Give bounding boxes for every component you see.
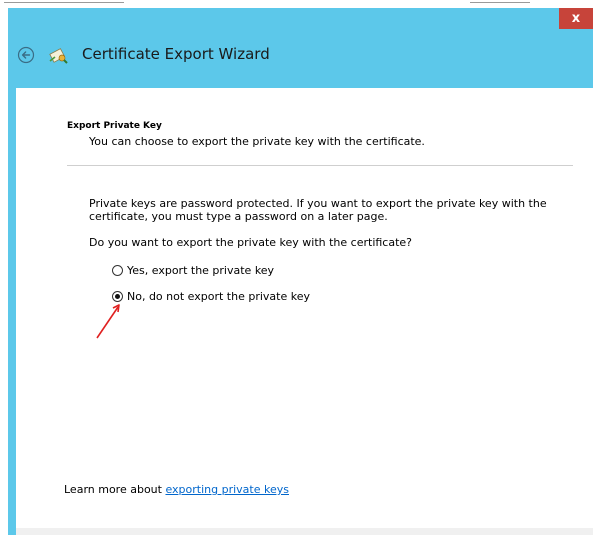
back-arrow-icon[interactable] (17, 46, 35, 64)
section-description: You can choose to export the private key… (89, 135, 425, 148)
radio-option-no[interactable]: No, do not export the private key (112, 290, 310, 303)
radio-button-no[interactable] (112, 291, 123, 302)
radio-option-yes[interactable]: Yes, export the private key (112, 264, 274, 277)
divider (67, 165, 573, 166)
top-strip (0, 0, 593, 8)
section-heading: Export Private Key (67, 121, 162, 131)
exporting-private-keys-link[interactable]: exporting private keys (165, 483, 289, 496)
footer-strip (16, 528, 593, 535)
learn-more-prefix: Learn more about (64, 483, 162, 496)
radio-label-yes: Yes, export the private key (127, 264, 275, 277)
info-paragraph: Private keys are password protected. If … (89, 197, 547, 223)
wizard-title: Certificate Export Wizard (82, 45, 270, 63)
radio-label-no: No, do not export the private key (127, 290, 310, 303)
certificate-icon (48, 45, 70, 65)
wizard-content-panel (16, 88, 593, 528)
radio-button-yes[interactable] (112, 265, 123, 276)
top-strip-line (4, 2, 124, 3)
close-button[interactable]: x (559, 8, 593, 29)
question-text: Do you want to export the private key wi… (89, 236, 413, 249)
top-strip-line (470, 2, 530, 3)
learn-more-text: Learn more about exporting private keys (64, 483, 289, 496)
